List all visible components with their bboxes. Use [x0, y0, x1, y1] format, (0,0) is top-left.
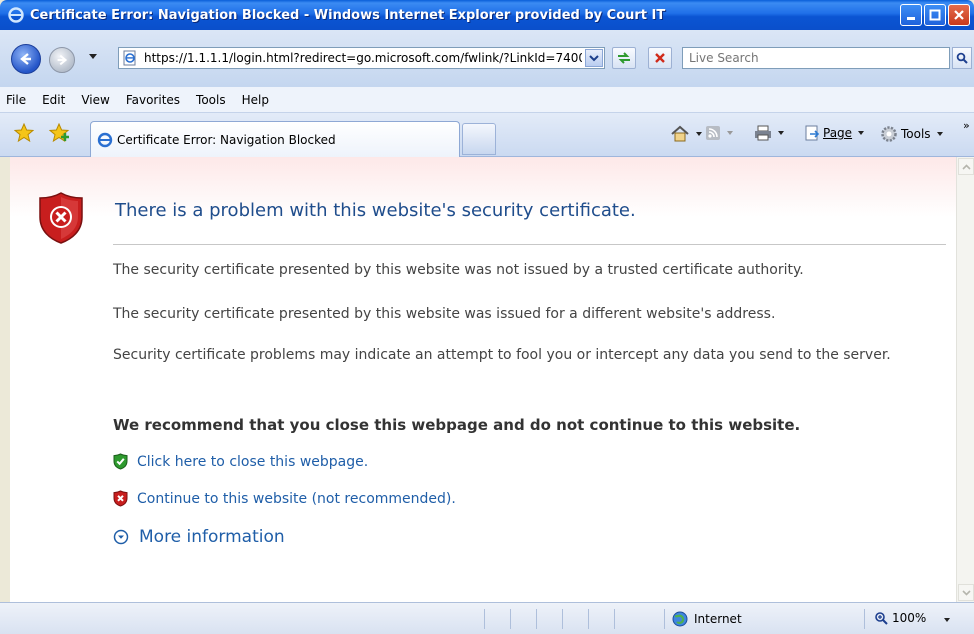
tab-bar: Certificate Error: Navigation Blocked Pa…	[0, 113, 974, 157]
page-menu-label: Page	[823, 126, 853, 140]
minimize-icon	[907, 17, 915, 20]
address-dropdown-button[interactable]	[585, 49, 603, 67]
zoom-dropdown-chevron-icon[interactable]	[944, 618, 950, 622]
stop-icon	[655, 53, 665, 63]
recommendation-text: We recommend that you close this webpage…	[113, 416, 801, 434]
status-divider	[614, 609, 615, 629]
status-divider	[536, 609, 537, 629]
menu-tools[interactable]: Tools	[188, 93, 234, 107]
page-menu-icon	[805, 125, 820, 141]
status-divider	[484, 609, 485, 629]
security-zone[interactable]: Internet	[672, 611, 742, 627]
vertical-scrollbar[interactable]	[956, 157, 974, 602]
zoom-icon	[875, 612, 888, 625]
back-arrow-icon	[20, 53, 31, 65]
expand-circle-icon	[113, 529, 129, 545]
security-warning-text: Security certificate problems may indica…	[113, 347, 891, 363]
more-information-label[interactable]: More information	[139, 527, 285, 547]
refresh-icon	[618, 52, 630, 64]
zoom-level-label: 100%	[892, 611, 927, 625]
title-bar[interactable]: Certificate Error: Navigation Blocked - …	[0, 0, 974, 30]
maximize-button[interactable]	[924, 4, 946, 26]
address-url[interactable]: https://1.1.1.1/login.html?redirect=go.m…	[144, 51, 582, 65]
page-icon	[123, 50, 136, 66]
forward-button[interactable]	[49, 47, 75, 73]
print-icon	[755, 125, 771, 141]
error-shield-icon	[39, 192, 83, 244]
feeds-icon	[706, 126, 720, 140]
chevron-down-icon	[961, 589, 971, 596]
tools-menu-label: Tools	[901, 127, 931, 141]
page-menu-button[interactable]: Page	[804, 125, 865, 141]
status-divider	[864, 609, 865, 629]
menu-favorites[interactable]: Favorites	[118, 93, 188, 107]
close-webpage-link-text[interactable]: Click here to close this webpage.	[137, 454, 368, 470]
home-icon	[671, 125, 689, 142]
menu-view[interactable]: View	[73, 93, 117, 107]
menu-edit[interactable]: Edit	[34, 93, 73, 107]
page-content: There is a problem with this website's s…	[10, 157, 956, 602]
address-mismatch-text: The security certificate presented by th…	[113, 306, 776, 322]
favorites-star-icon[interactable]	[14, 123, 34, 143]
status-divider	[562, 609, 563, 629]
status-divider	[510, 609, 511, 629]
toolbar-overflow-chevron-icon[interactable]: »	[963, 119, 970, 132]
chevron-up-icon	[961, 163, 971, 170]
address-field[interactable]: https://1.1.1.1/login.html?redirect=go.m…	[118, 47, 605, 69]
forward-arrow-icon	[57, 54, 68, 66]
close-webpage-link[interactable]: Click here to close this webpage.	[113, 453, 368, 470]
menu-bar: File Edit View Favorites Tools Help	[0, 87, 974, 113]
status-divider	[588, 609, 589, 629]
menu-file[interactable]: File	[0, 93, 34, 107]
status-bar: Internet 100%	[0, 602, 974, 634]
tools-gear-icon	[881, 126, 897, 142]
scroll-down-button[interactable]	[958, 584, 974, 601]
minimize-button[interactable]	[900, 4, 922, 26]
green-shield-icon	[113, 453, 128, 470]
tools-menu-button[interactable]: Tools	[880, 125, 943, 143]
status-divider	[664, 609, 665, 629]
maximize-icon	[929, 9, 941, 21]
continue-website-link-text[interactable]: Continue to this website (not recommende…	[137, 491, 456, 507]
search-input[interactable]	[687, 50, 917, 66]
ie-tab-icon	[97, 132, 113, 147]
stop-button[interactable]	[648, 47, 672, 69]
close-button[interactable]	[948, 4, 970, 26]
more-information-toggle[interactable]: More information	[113, 527, 285, 547]
window-title: Certificate Error: Navigation Blocked - …	[30, 7, 666, 23]
tab-label: Certificate Error: Navigation Blocked	[117, 132, 336, 147]
scroll-up-button[interactable]	[958, 158, 974, 175]
home-button[interactable]	[670, 125, 702, 143]
chevron-down-icon	[589, 55, 599, 62]
recent-pages-dropdown[interactable]	[89, 54, 97, 59]
untrusted-authority-text: The security certificate presented by th…	[113, 262, 804, 278]
refresh-button[interactable]	[612, 47, 636, 69]
globe-icon	[672, 611, 688, 627]
search-icon	[956, 52, 968, 64]
add-favorites-icon[interactable]	[49, 123, 71, 143]
address-toolbar: https://1.1.1.1/login.html?redirect=go.m…	[0, 30, 974, 87]
red-shield-icon	[113, 490, 128, 507]
continue-website-link[interactable]: Continue to this website (not recommende…	[113, 490, 456, 507]
close-icon	[954, 10, 964, 20]
zoom-level-button[interactable]: 100%	[874, 611, 926, 625]
search-box[interactable]	[682, 47, 950, 69]
search-button[interactable]	[952, 47, 972, 69]
new-tab-button[interactable]	[462, 123, 496, 155]
feeds-button[interactable]	[705, 125, 733, 141]
security-zone-label: Internet	[694, 612, 742, 626]
page-title: There is a problem with this website's s…	[115, 200, 636, 221]
tab-certificate-error[interactable]: Certificate Error: Navigation Blocked	[90, 121, 460, 157]
back-button[interactable]	[11, 44, 41, 74]
ie-logo-icon	[8, 7, 24, 23]
print-button[interactable]	[754, 125, 784, 141]
divider	[113, 244, 946, 245]
menu-help[interactable]: Help	[234, 93, 277, 107]
